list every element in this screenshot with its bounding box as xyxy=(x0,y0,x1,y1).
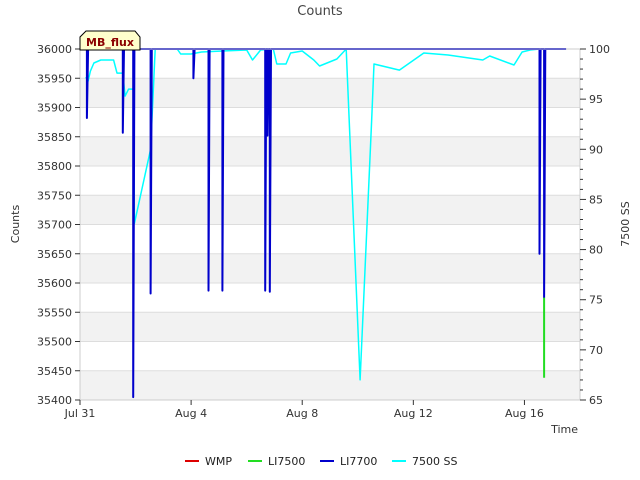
y-tick-label: 35650 xyxy=(37,248,72,261)
chart-title: Counts xyxy=(297,4,343,19)
y-tick-label: 35700 xyxy=(37,219,72,232)
y2-axis-label: 7500 SS xyxy=(619,201,632,246)
legend-label: LI7500 xyxy=(268,455,305,468)
x-tick-label: Aug 4 xyxy=(175,407,207,420)
legend-label: 7500 SS xyxy=(412,455,457,468)
x-tick-label: Jul 31 xyxy=(64,407,96,420)
y2-tick-label: 65 xyxy=(589,394,603,407)
y-tick-label: 35950 xyxy=(37,72,72,85)
legend-label: LI7700 xyxy=(340,455,377,468)
annotation-text: MB_flux xyxy=(86,36,134,49)
grid-band xyxy=(80,195,580,225)
grid-band xyxy=(80,370,580,400)
grid-band xyxy=(80,312,580,342)
y2-tick-label: 75 xyxy=(589,294,603,307)
y-tick-label: 35600 xyxy=(37,277,72,290)
y-tick-label: 35500 xyxy=(37,336,72,349)
annotation-box: MB_flux xyxy=(79,30,141,51)
y2-tick-label: 100 xyxy=(589,43,610,56)
grid-band xyxy=(80,78,580,108)
y-tick-label: 35550 xyxy=(37,306,72,319)
grid-band xyxy=(80,253,580,283)
y-axis-label: Counts xyxy=(9,205,22,244)
y-tick-label: 35800 xyxy=(37,160,72,173)
x-axis-label: Time xyxy=(550,423,578,436)
y2-tick-label: 70 xyxy=(589,344,603,357)
y-tick-label: 35750 xyxy=(37,189,72,202)
y-tick-label: 36000 xyxy=(37,43,72,56)
grid-band xyxy=(80,136,580,166)
y-tick-label: 35850 xyxy=(37,131,72,144)
y2-tick-label: 90 xyxy=(589,143,603,156)
counts-chart: Jul 31 Aug 4 Aug 8 Aug 12 Aug 16 35400 35450 3… xyxy=(0,0,640,480)
x-tick-label: Aug 8 xyxy=(286,407,318,420)
y2-tick-label: 85 xyxy=(589,193,603,206)
y-tick-label: 35450 xyxy=(37,365,72,378)
y2-tick-label: 95 xyxy=(589,93,603,106)
x-tick-label: Aug 16 xyxy=(505,407,544,420)
y-tick-label: 35400 xyxy=(37,394,72,407)
legend-label: WMP xyxy=(205,455,232,468)
y-tick-label: 35900 xyxy=(37,102,72,115)
x-tick-label: Aug 12 xyxy=(394,407,433,420)
y2-tick-label: 80 xyxy=(589,244,603,257)
